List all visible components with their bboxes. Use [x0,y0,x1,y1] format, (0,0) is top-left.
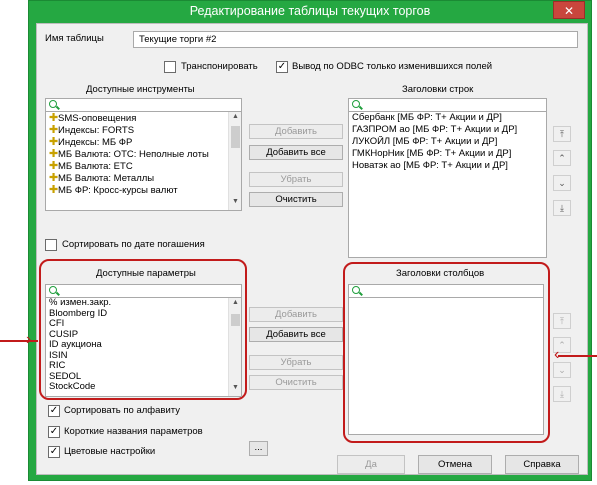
move-top-icon[interactable]: ⤒ [553,126,571,142]
close-button[interactable]: ✕ [553,1,585,19]
param-item[interactable]: SEDOL [46,372,241,383]
sort-alpha-checkbox[interactable]: ✓ [48,405,60,417]
left-arrow-icon: › [26,331,32,348]
row-headers-title: Заголовки строк [402,84,474,95]
scroll-down-icon[interactable]: ▼ [232,198,239,205]
move-up-icon[interactable]: ⌃ [553,150,571,166]
right-arrow-line [558,355,597,357]
col-headers-title: Заголовки столбцов [396,268,485,279]
scroll-up-icon[interactable]: ▲ [232,299,239,306]
instrument-item[interactable]: ✚МБ ФР: Кросс-курсы валют [46,184,241,196]
search-icon [49,100,57,108]
plus-icon: ✚ [49,136,59,148]
move-bottom-icon[interactable]: ⤓ [553,200,571,216]
clear-params-button[interactable]: Очистить [249,375,343,390]
ok-button[interactable]: Да [337,455,405,474]
param-item[interactable]: RIC [46,361,241,372]
scroll-down-icon[interactable]: ▼ [232,384,239,391]
window-title: Редактирование таблицы текущих торгов [189,4,431,18]
transpose-checkbox[interactable] [164,61,176,73]
odbc-checkbox[interactable]: ✓ [276,61,288,73]
instrument-item[interactable]: ✚Индексы: МБ ФР [46,136,241,148]
left-arrow-line [0,340,38,342]
remove-instrument-button[interactable]: Убрать [249,172,343,187]
param-item[interactable]: ISIN [46,351,241,362]
search-icon [49,286,57,294]
odbc-label: Вывод по ODBC только изменившихся полей [292,61,493,72]
remove-param-button[interactable]: Убрать [249,355,343,370]
instruments-search[interactable] [46,99,241,112]
sort-by-expiry-checkbox[interactable] [45,239,57,251]
add-all-params-button[interactable]: Добавить все [249,327,343,342]
plus-icon: ✚ [49,184,59,196]
instrument-item[interactable]: ✚SMS-оповещения [46,112,241,124]
row-header-item[interactable]: Новатэк ао [МБ ФР: Т+ Акции и ДР] [349,160,546,172]
instrument-item[interactable]: ✚Индексы: FORTS [46,124,241,136]
params-scrollbar[interactable]: ▲ ▼ [228,298,241,396]
row-headers-search[interactable] [349,99,546,112]
move-down-icon[interactable]: ⌄ [553,175,571,191]
move-down-icon[interactable]: ⌄ [553,362,571,378]
color-settings-button[interactable]: ... [249,441,268,456]
short-names-checkbox[interactable]: ✓ [48,426,60,438]
params-title: Доступные параметры [96,268,196,279]
instrument-item[interactable]: ✚МБ Валюта: ОТС: Неполные лоты [46,148,241,160]
plus-icon: ✚ [49,148,59,160]
instrument-item[interactable]: ✚МБ Валюта: Металлы [46,172,241,184]
help-button[interactable]: Справка [505,455,579,474]
param-item[interactable]: CFI [46,319,241,330]
right-arrow-icon: ‹ [554,346,560,363]
instrument-item[interactable]: ✚МБ Валюта: ЕТС [46,160,241,172]
col-headers-search[interactable] [349,285,543,298]
search-icon [352,100,360,108]
plus-icon: ✚ [49,112,59,124]
param-item[interactable]: StockCode [46,382,241,393]
color-settings-label: Цветовые настройки [64,446,156,457]
param-item[interactable]: ID аукциона [46,340,241,351]
instruments-title: Доступные инструменты [86,84,195,95]
col-headers-list[interactable] [348,284,544,435]
plus-icon: ✚ [49,124,59,136]
add-instrument-button[interactable]: Добавить [249,124,343,139]
short-names-label: Короткие названия параметров [64,426,203,437]
transpose-label: Транспонировать [181,61,258,72]
search-icon [352,286,360,294]
instruments-list[interactable]: ▲ ▼ ✚SMS-оповещения ✚Индексы: FORTS ✚Инд… [45,98,242,211]
sort-by-expiry-label: Сортировать по дате погашения [62,239,205,250]
sort-alpha-label: Сортировать по алфавиту [64,405,180,416]
row-header-item[interactable]: Сбербанк [МБ ФР: Т+ Акции и ДР] [349,112,546,124]
clear-instruments-button[interactable]: Очистить [249,192,343,207]
plus-icon: ✚ [49,172,59,184]
add-param-button[interactable]: Добавить [249,307,343,322]
row-header-item[interactable]: ЛУКОЙЛ [МБ ФР: Т+ Акции и ДР] [349,136,546,148]
param-item[interactable]: Bloomberg ID [46,309,241,320]
move-top-icon[interactable]: ⤒ [553,313,571,329]
row-header-item[interactable]: ГМКНорНик [МБ ФР: Т+ Акции и ДР] [349,148,546,160]
params-list[interactable]: ▲ ▼ % измен.закр. Bloomberg ID CFI CUSIP… [45,284,242,397]
row-headers-list[interactable]: Сбербанк [МБ ФР: Т+ Акции и ДР] ГАЗПРОМ … [348,98,547,258]
table-name-label: Имя таблицы [45,33,104,44]
param-item[interactable]: CUSIP [46,330,241,341]
scroll-up-icon[interactable]: ▲ [232,113,239,120]
row-header-item[interactable]: ГАЗПРОМ ао [МБ ФР: Т+ Акции и ДР] [349,124,546,136]
color-settings-checkbox[interactable]: ✓ [48,446,60,458]
instruments-scrollbar[interactable]: ▲ ▼ [228,112,241,210]
move-bottom-icon[interactable]: ⤓ [553,386,571,402]
table-name-input[interactable]: Текущие торги #2 [133,31,578,48]
plus-icon: ✚ [49,160,59,172]
params-scroll-thumb[interactable] [231,314,240,326]
add-all-instruments-button[interactable]: Добавить все [249,145,343,160]
cancel-button[interactable]: Отмена [418,455,492,474]
param-item[interactable]: % измен.закр. [46,298,241,309]
instruments-scroll-thumb[interactable] [231,126,240,148]
params-search[interactable] [46,285,241,298]
